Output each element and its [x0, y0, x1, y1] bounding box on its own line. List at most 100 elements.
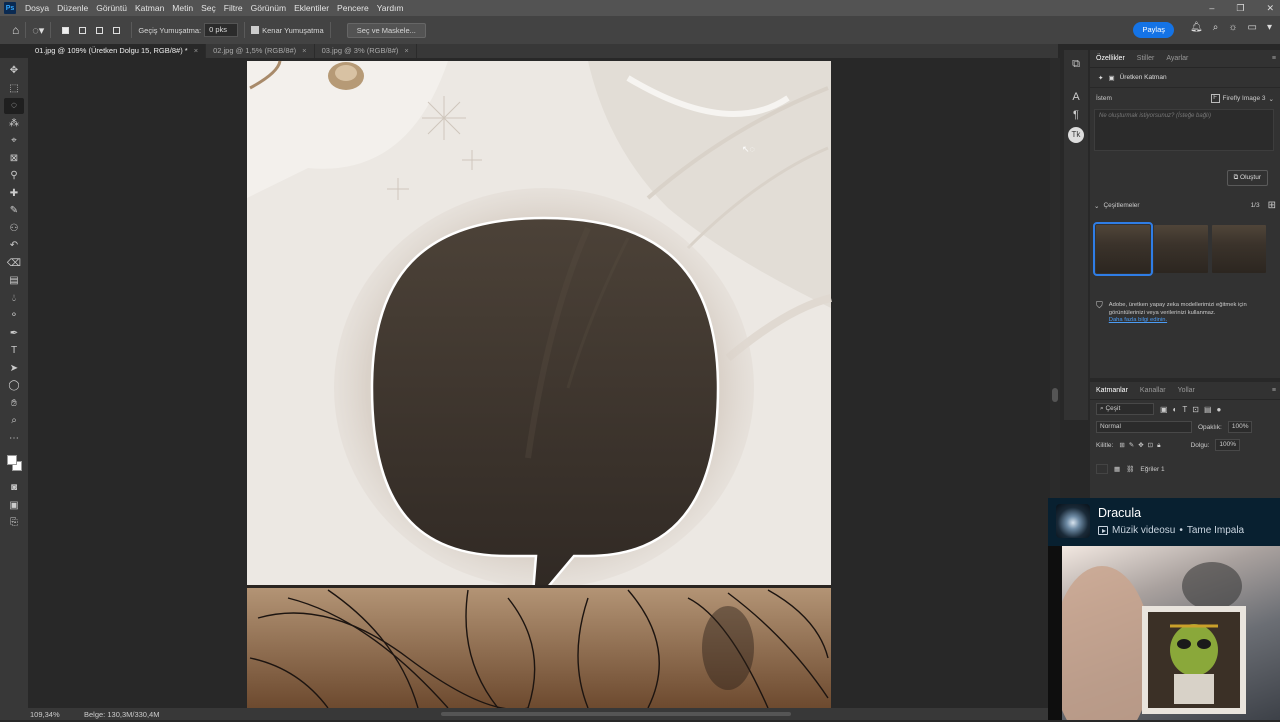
workspace-icon[interactable]: ▭: [1248, 22, 1257, 33]
more-icon[interactable]: ▾: [1267, 22, 1272, 33]
blend-mode-select[interactable]: Normal: [1096, 421, 1192, 433]
opacity-label: Opaklık:: [1198, 423, 1222, 431]
gradient-icon[interactable]: ▤: [4, 273, 24, 289]
intersect-selection-icon[interactable]: [110, 24, 123, 37]
quick-mask-icon[interactable]: ◙: [4, 480, 24, 496]
crop-tool-icon[interactable]: ⊠: [4, 151, 24, 167]
variation-thumb[interactable]: [1212, 225, 1266, 273]
chevron-down-icon[interactable]: ⌄: [1094, 202, 1099, 210]
menu-help[interactable]: Yardım: [373, 0, 408, 16]
menu-bar: Ps Dosya Düzenle Görüntü Katman Metin Se…: [0, 0, 1280, 16]
options-bar: ⌂ ◌▾ Geçiş Yumuşatma: 0 pks Kenar Yumuşa…: [0, 16, 1280, 44]
panel-menu-icon[interactable]: ≡: [1272, 387, 1276, 394]
menu-plugins[interactable]: Eklentiler: [290, 0, 333, 16]
tab-properties[interactable]: Özellikler: [1096, 55, 1125, 62]
path-select-icon[interactable]: ➤: [4, 361, 24, 377]
canvas-area[interactable]: ↖◌: [28, 58, 1050, 708]
zoom-level[interactable]: 109,34%: [30, 710, 76, 719]
light-bulb-icon[interactable]: ☼: [1228, 22, 1237, 33]
model-selector[interactable]: F Firefly Image 3 ⌄: [1210, 94, 1274, 103]
subtract-selection-icon[interactable]: [93, 24, 106, 37]
screen-mode-icon[interactable]: ▣: [4, 498, 24, 514]
home-icon[interactable]: ⌂: [12, 23, 19, 37]
menu-type[interactable]: Metin: [168, 0, 197, 16]
grid-view-icon[interactable]: ⊞: [1268, 200, 1276, 211]
tab-layers[interactable]: Katmanlar: [1096, 387, 1128, 394]
share-button[interactable]: Paylaş: [1133, 22, 1174, 38]
learn-more-link[interactable]: Daha fazla bilgi edinin.: [1109, 317, 1167, 323]
menu-filter[interactable]: Filtre: [220, 0, 247, 16]
ellipse-tool-icon[interactable]: ◯: [4, 378, 24, 394]
marquee-tool-icon[interactable]: ⬚: [4, 81, 24, 97]
color-swatches[interactable]: [4, 452, 24, 474]
menu-window[interactable]: Pencere: [333, 0, 373, 16]
tab-styles[interactable]: Stiller: [1137, 55, 1155, 62]
tab-doc-3[interactable]: 03.jpg @ 3% (RGB/8#) ×: [315, 44, 417, 58]
fill-input[interactable]: 100%: [1215, 439, 1241, 451]
more-tools-icon[interactable]: ⋯: [4, 431, 24, 447]
variation-thumb[interactable]: [1154, 225, 1208, 273]
menu-select[interactable]: Seç: [197, 0, 220, 16]
tab-channels[interactable]: Kanallar: [1140, 387, 1166, 394]
layer-name[interactable]: Eğriler 1: [1140, 466, 1164, 473]
eraser-icon[interactable]: ⌫: [4, 256, 24, 272]
new-selection-icon[interactable]: [59, 24, 72, 37]
tab-paths[interactable]: Yollar: [1178, 387, 1195, 394]
close-icon[interactable]: ✕: [1266, 3, 1274, 14]
variation-thumb[interactable]: [1093, 222, 1153, 276]
history-brush-icon[interactable]: ↶: [4, 238, 24, 254]
now-playing-bar[interactable]: Dracula Müzik videosu • Tame Impala: [1048, 498, 1280, 546]
lock-icons[interactable]: ⊞✎✥⊡🔒︎: [1119, 441, 1164, 450]
eyedropper-icon[interactable]: ⚲: [4, 168, 24, 184]
menu-image[interactable]: Görüntü: [92, 0, 131, 16]
generate-button[interactable]: ⧉ Oluştur: [1226, 170, 1268, 186]
menu-view[interactable]: Görünüm: [247, 0, 290, 16]
restore-icon[interactable]: ❐: [1236, 3, 1244, 14]
minimize-icon[interactable]: –: [1209, 3, 1214, 13]
lasso-tool-icon[interactable]: ◌▾: [32, 24, 44, 37]
feather-input[interactable]: 0 pks: [204, 23, 239, 37]
tab-doc-1[interactable]: 01.jpg @ 109% (Üretken Dolgu 15, RGB/8#)…: [28, 44, 207, 58]
pen-tool-icon[interactable]: ✒: [4, 326, 24, 342]
menu-layer[interactable]: Katman: [131, 0, 168, 16]
add-selection-icon[interactable]: [76, 24, 89, 37]
opacity-input[interactable]: 100%: [1227, 421, 1253, 433]
zoom-tool-icon[interactable]: ⌕: [4, 413, 24, 429]
panel-icon-column: ⧉ A ¶ Tk: [1064, 50, 1088, 420]
tab-adjustments[interactable]: Ayarlar: [1166, 55, 1188, 62]
clone-stamp-icon[interactable]: ⚇: [4, 221, 24, 237]
firefly-icon: F: [1210, 94, 1220, 103]
tab-doc-2[interactable]: 02.jpg @ 1,5% (RGB/8#) ×: [206, 44, 315, 58]
bell-icon[interactable]: 🔔︎: [1190, 22, 1203, 33]
filter-icons[interactable]: ▣◐T⊡▤●: [1160, 405, 1226, 414]
generative-layer-icon: ✦: [1098, 74, 1104, 82]
type-tool-icon[interactable]: T: [4, 343, 24, 359]
layer-filter-select[interactable]: ⌕ Çeşit: [1096, 403, 1154, 415]
object-select-icon[interactable]: ⌖: [4, 133, 24, 149]
layer-row[interactable]: ▦ ⛓ Eğriler 1: [1090, 460, 1280, 478]
brush-tool-icon[interactable]: ✎: [4, 203, 24, 219]
paragraph-icon[interactable]: ¶: [1073, 109, 1079, 121]
move-tool-icon[interactable]: ✥: [4, 63, 24, 79]
visibility-icon[interactable]: [1096, 464, 1108, 474]
lasso-tool-icon[interactable]: ◌: [4, 98, 24, 114]
healing-brush-icon[interactable]: ✚: [4, 186, 24, 202]
glyphs-icon[interactable]: Tk: [1068, 127, 1084, 143]
menu-edit[interactable]: Düzenle: [53, 0, 92, 16]
horizontal-scrollbar[interactable]: [186, 711, 1036, 717]
blur-icon[interactable]: 💧︎: [4, 291, 24, 307]
panel-menu-icon[interactable]: ≡: [1272, 55, 1276, 62]
history-icon[interactable]: ⧉: [1072, 58, 1080, 71]
search-icon[interactable]: ⌕: [1213, 22, 1219, 33]
video-overlay[interactable]: Dracula Müzik videosu • Tame Impala: [1048, 498, 1280, 722]
prompt-input[interactable]: Ne oluşturmak istiyorsunuz? (İsteğe bağl…: [1094, 109, 1274, 151]
document-canvas[interactable]: [28, 58, 1050, 708]
antialias-checkbox[interactable]: [251, 26, 260, 34]
hand-tool-icon[interactable]: ✋︎: [4, 396, 24, 412]
share-icon[interactable]: ⎘: [4, 515, 24, 531]
magic-wand-icon[interactable]: ⁂: [4, 116, 24, 132]
character-icon[interactable]: A: [1072, 91, 1079, 103]
menu-file[interactable]: Dosya: [21, 0, 53, 16]
select-and-mask-button[interactable]: Seç ve Maskele...: [346, 22, 426, 38]
dodge-icon[interactable]: ⚬: [4, 308, 24, 324]
